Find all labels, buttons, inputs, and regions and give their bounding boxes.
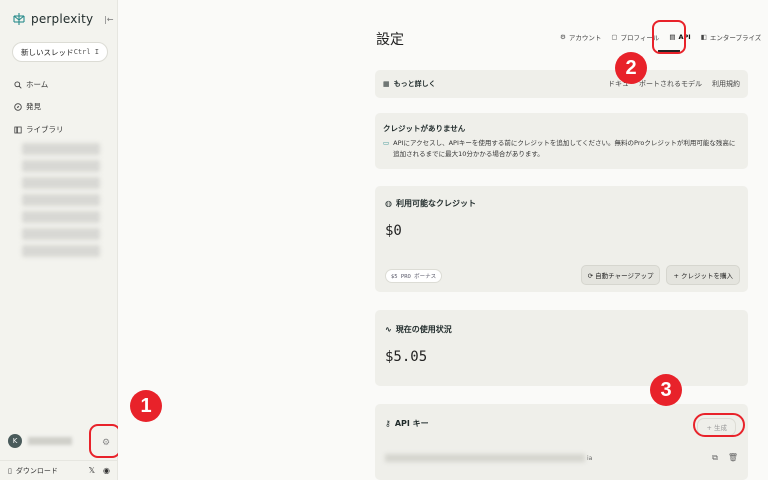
usage-title: 現在の使用状況 [395, 325, 452, 334]
new-thread-shortcut: Ctrl I [73, 48, 99, 56]
sidebar-footer: ▯ ダウンロード 𝕏 ◉ [0, 460, 118, 480]
discord-icon[interactable]: ◉ [103, 466, 110, 475]
pro-bonus-badge: $5 PRO ボーナス [385, 269, 443, 283]
no-credit-title: クレジットがありません [383, 124, 466, 133]
sidebar-item-discover[interactable]: 発見 [14, 101, 41, 112]
library-thread-blurred[interactable] [22, 245, 100, 257]
api-keys-card: ⚷ API キー + 生成 ia ⧉ 🗑 [375, 404, 748, 480]
page-title: 設定 [376, 32, 404, 48]
tab-label: エンタープライズ [709, 34, 762, 42]
annotation-marker-1: 1 [130, 390, 162, 422]
library-thread-blurred[interactable] [22, 211, 100, 223]
sidebar-item-label: ライブラリ [26, 125, 64, 134]
profile-icon: ▢ [611, 33, 618, 41]
enterprise-icon: ◧ [700, 33, 707, 41]
book-icon: ▦ [383, 80, 390, 88]
available-credits-card: ◍ 利用可能なクレジット $0 $5 PRO ボーナス ⟳ 自動チャージアップ … [375, 186, 748, 292]
tab-enterprise[interactable]: ◧ エンタープライズ [701, 32, 762, 42]
current-usage-card: ∿ 現在の使用状況 $5.05 [375, 310, 748, 386]
gear-icon: ⚙ [560, 33, 566, 41]
brand-logo[interactable]: perplexity [12, 12, 93, 26]
user-account[interactable]: K [8, 434, 72, 448]
activity-icon: ∿ [385, 325, 392, 334]
library-thread-blurred[interactable] [22, 228, 100, 240]
learn-more-card: ▦ もっと詳しく ドキュ ポートされるモデル 利用規約 [375, 70, 748, 98]
username-blurred [28, 437, 72, 445]
search-icon [14, 80, 22, 89]
terms-link[interactable]: 利用規約 [712, 79, 740, 89]
download-link[interactable]: ダウンロード [16, 466, 58, 476]
trash-icon[interactable]: 🗑 [728, 453, 738, 463]
new-thread-label: 新しいスレッド [21, 47, 74, 57]
credits-amount: $0 [385, 223, 402, 239]
buy-credits-label: クレジットを購入 [681, 272, 733, 280]
tab-account[interactable]: ⚙ アカウント [560, 32, 601, 42]
credits-title: 利用可能なクレジット [395, 199, 476, 208]
settings-main: 設定 ⚙ アカウント ▢ プロフィール ▤ API ◧ エンタープライズ ▦ も… [118, 0, 768, 480]
api-key-blurred [385, 454, 585, 462]
collapse-sidebar-icon[interactable]: |← [104, 15, 113, 24]
api-keys-title: API キー [394, 419, 429, 428]
credit-card-icon: ▭ [383, 139, 390, 147]
perplexity-logo-icon [13, 13, 25, 25]
sidebar: perplexity |← 新しいスレッド Ctrl I ホーム 発見 ライブラ… [0, 0, 121, 480]
x-icon[interactable]: 𝕏 [89, 466, 95, 475]
learn-more-label: もっと詳しく [393, 80, 436, 88]
api-key-row: ia ⧉ 🗑 [385, 449, 738, 467]
tab-label: アカウント [568, 34, 602, 42]
annotation-highlight-generate [693, 413, 745, 437]
plus-icon: + [673, 272, 679, 280]
api-key-suffix: ia [587, 454, 593, 462]
annotation-marker-2: 2 [615, 52, 647, 84]
avatar: K [8, 434, 22, 448]
annotation-highlight-settings [89, 424, 121, 458]
refresh-icon: ⟳ [587, 272, 594, 280]
sidebar-item-label: ホーム [26, 80, 49, 89]
copy-icon[interactable]: ⧉ [712, 453, 718, 463]
library-icon [14, 126, 22, 133]
sidebar-item-home[interactable]: ホーム [14, 79, 48, 90]
library-thread-blurred[interactable] [22, 177, 100, 189]
no-credit-message: APIにアクセスし、APIキーを使用する前にクレジットを追加してください。無料の… [393, 139, 736, 158]
coins-icon: ◍ [385, 199, 392, 208]
sidebar-item-library[interactable]: ライブラリ [14, 124, 64, 135]
library-thread-blurred[interactable] [22, 194, 100, 206]
library-thread-blurred[interactable] [22, 160, 100, 172]
no-credit-alert: クレジットがありません ▭ APIにアクセスし、APIキーを使用する前にクレジッ… [375, 113, 748, 169]
new-thread-button[interactable]: 新しいスレッド Ctrl I [12, 42, 108, 62]
buy-credits-button[interactable]: + クレジットを購入 [666, 265, 740, 285]
brand-name: perplexity [31, 12, 94, 26]
usage-amount: $5.05 [385, 349, 428, 365]
auto-charge-button[interactable]: ⟳ 自動チャージアップ [580, 265, 661, 285]
key-icon: ⚷ [385, 419, 391, 428]
compass-icon [14, 102, 22, 111]
supported-models-link[interactable]: ポートされるモデル [639, 79, 702, 89]
sidebar-item-label: 発見 [26, 102, 41, 111]
download-icon: ▯ [8, 466, 12, 475]
annotation-highlight-api-tab [652, 20, 686, 54]
annotation-marker-3: 3 [650, 374, 682, 406]
library-thread-blurred[interactable] [22, 143, 100, 155]
auto-charge-label: 自動チャージアップ [595, 272, 654, 280]
